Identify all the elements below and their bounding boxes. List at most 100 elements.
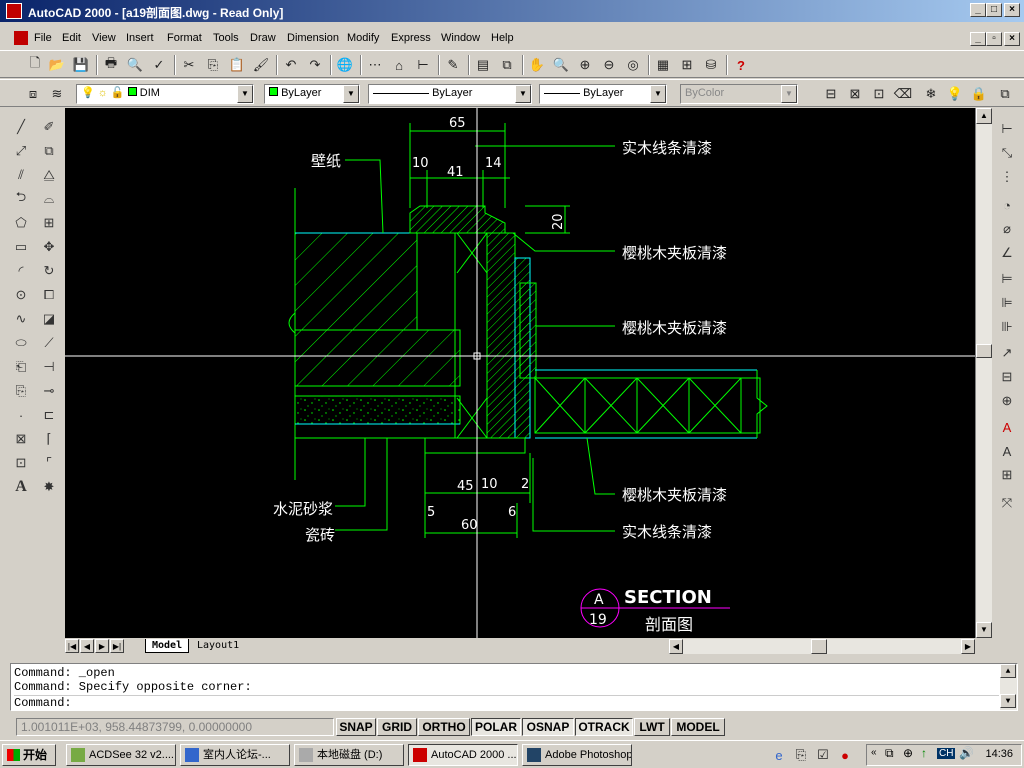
polyline-icon[interactable]: ⮌ [10,188,32,210]
tray-arrow-icon[interactable]: ↑ [921,746,927,760]
chevron-down-icon[interactable]: ▼ [237,85,253,103]
volume-icon[interactable]: 🔊 [959,746,974,760]
array-icon[interactable]: ⊞ [38,212,60,234]
insert-block-icon[interactable]: ⎗ [10,356,32,378]
quick-dim-icon[interactable]: ⊨ [996,268,1018,290]
baseline-dim-icon[interactable]: ⊫ [996,292,1018,314]
lock-icon[interactable]: 🔒 [968,83,990,105]
scroll-down-icon[interactable]: ▼ [1000,694,1016,708]
point-icon[interactable]: · [10,404,32,426]
construction-line-icon[interactable]: ⤢ [10,140,32,162]
layer-tools-icon[interactable]: ⧉ [994,83,1016,105]
menu-help[interactable]: Help [491,32,514,44]
menu-format[interactable]: Format [167,32,202,44]
3d-viewpoint-icon[interactable]: ⧉ [496,54,518,76]
ucs-icon[interactable]: ⊢ [412,54,434,76]
coordinate-display[interactable]: 1.001011E+03, 958.44873799, 0.00000000 [16,718,334,736]
ellipse-icon[interactable]: ⬭ [10,332,32,354]
region-icon[interactable]: ⊡ [10,452,32,474]
menu-insert[interactable]: Insert [126,32,154,44]
tab-layout1[interactable]: Layout1 [191,639,245,653]
lengthen-icon[interactable]: ⟋ [38,332,60,354]
print-icon[interactable]: 🖶 [100,54,122,76]
snowflake-icon[interactable]: ❄ [920,83,942,105]
layer-dropdown[interactable]: 💡 ☼ 🔓 DIM ▼ [76,84,254,104]
stretch-icon[interactable]: ◪ [38,308,60,330]
prev-tab-icon[interactable]: ◀ [80,639,94,653]
diameter-dim-icon[interactable]: ⌀ [996,218,1018,240]
trim-icon[interactable]: ⊣ [38,356,60,378]
leader-icon[interactable]: ↗ [996,342,1018,364]
quicklaunch-icon-3[interactable]: ● [834,744,856,766]
named-views-icon[interactable]: ▤ [472,54,494,76]
print-preview-icon[interactable]: 🔍 [124,54,146,76]
open-icon[interactable]: 📂 [46,54,68,76]
cut-icon[interactable]: ✂ [178,54,200,76]
paste-icon[interactable]: 📋 [226,54,248,76]
task-photoshop[interactable]: Adobe Photoshop [522,744,632,766]
express-match-icon[interactable]: ⊡ [868,83,890,105]
quicklaunch-icon[interactable]: ⎘ [790,744,812,766]
doc-close-button[interactable]: × [1004,32,1020,46]
chevron-down-icon[interactable]: ▼ [650,85,666,103]
hatch-icon[interactable]: ⊠ [10,428,32,450]
title-bar[interactable]: AutoCAD 2000 - [a19剖面图.dwg - Read Only] … [0,0,1024,22]
menu-draw[interactable]: Draw [250,32,276,44]
tray-app-icon[interactable]: ⊕ [903,746,913,760]
horizontal-scrollbar[interactable]: ◀ ▶ [669,639,975,654]
vertical-scrollbar[interactable]: ▲ ▼ [975,108,992,638]
menu-express[interactable]: Express [391,32,431,44]
quicklaunch-icon-2[interactable]: ☑ [812,744,834,766]
redraw-icon[interactable]: ✎ [442,54,464,76]
line-icon[interactable]: ╱ [10,116,32,138]
lineweight-dropdown[interactable]: ByLayer ▼ [539,84,667,104]
dimstyle-icon[interactable]: ⊟ [820,83,842,105]
erase-icon[interactable]: ✐ [38,116,60,138]
rectangle-icon[interactable]: ▭ [10,236,32,258]
tray-expand-icon[interactable]: « [871,747,877,758]
dim-update-icon[interactable]: ⊞ [996,464,1018,486]
network-icon[interactable]: ⧉ [885,746,894,761]
make-block-icon[interactable]: ⎘ [10,380,32,402]
task-autocad[interactable]: AutoCAD 2000 ... [408,744,518,766]
drawing-canvas[interactable]: 壁纸 实木线条清漆 樱桃木夹板清漆 樱桃木夹板清漆 樱桃木夹板清漆 实木线条清漆… [65,108,975,638]
multiline-icon[interactable]: ⫽ [10,164,32,186]
linear-dim-icon[interactable]: ⊢ [996,118,1018,140]
bulb-icon[interactable]: 💡 [944,83,966,105]
copy-object-icon[interactable]: ⧉ [38,140,60,162]
snap-toggle[interactable]: SNAP [336,718,376,736]
command-prompt[interactable]: Command: [14,695,999,710]
design-center-icon[interactable]: ⊞ [676,54,698,76]
menu-modify[interactable]: Modify [347,32,379,44]
task-local-disk[interactable]: 本地磁盘 (D:) [294,744,404,766]
rotate-icon[interactable]: ↻ [38,260,60,282]
ordinate-dim-icon[interactable]: ⋮ [996,166,1018,188]
dim-edit-icon[interactable]: A [996,416,1018,438]
new-icon[interactable]: 🗋 [24,54,46,76]
tolerance-icon[interactable]: ⊟ [996,366,1018,388]
spelling-icon[interactable]: ✓ [148,54,170,76]
circle-icon[interactable]: ⊙ [10,284,32,306]
fillet-icon[interactable]: ⌜ [38,452,60,474]
next-tab-icon[interactable]: ▶ [95,639,109,653]
close-button[interactable]: × [1004,3,1020,17]
menu-edit[interactable]: Edit [62,32,81,44]
center-mark-icon[interactable]: ⊕ [996,390,1018,412]
linetype-dropdown[interactable]: ByLayer ▼ [368,84,532,104]
maximize-button[interactable]: □ [986,3,1002,17]
angular-dim-icon[interactable]: ∠ [996,242,1018,264]
save-icon[interactable]: 💾 [70,54,92,76]
pan-icon[interactable]: ✋ [526,54,548,76]
grid-toggle[interactable]: GRID [377,718,417,736]
redo-icon[interactable]: ↷ [304,54,326,76]
model-toggle[interactable]: MODEL [671,718,725,736]
break-icon[interactable]: ⊏ [38,404,60,426]
scale-icon[interactable]: ⧠ [38,284,60,306]
continue-dim-icon[interactable]: ⊪ [996,316,1018,338]
chevron-down-icon[interactable]: ▼ [515,85,531,103]
zoom-window-icon[interactable]: ⊕ [574,54,596,76]
zoom-realtime-icon[interactable]: 🔍 [550,54,572,76]
doc-restore-button[interactable]: ▫ [986,32,1002,46]
match-properties-icon[interactable]: 🖌 [250,54,272,76]
menu-window[interactable]: Window [441,32,480,44]
